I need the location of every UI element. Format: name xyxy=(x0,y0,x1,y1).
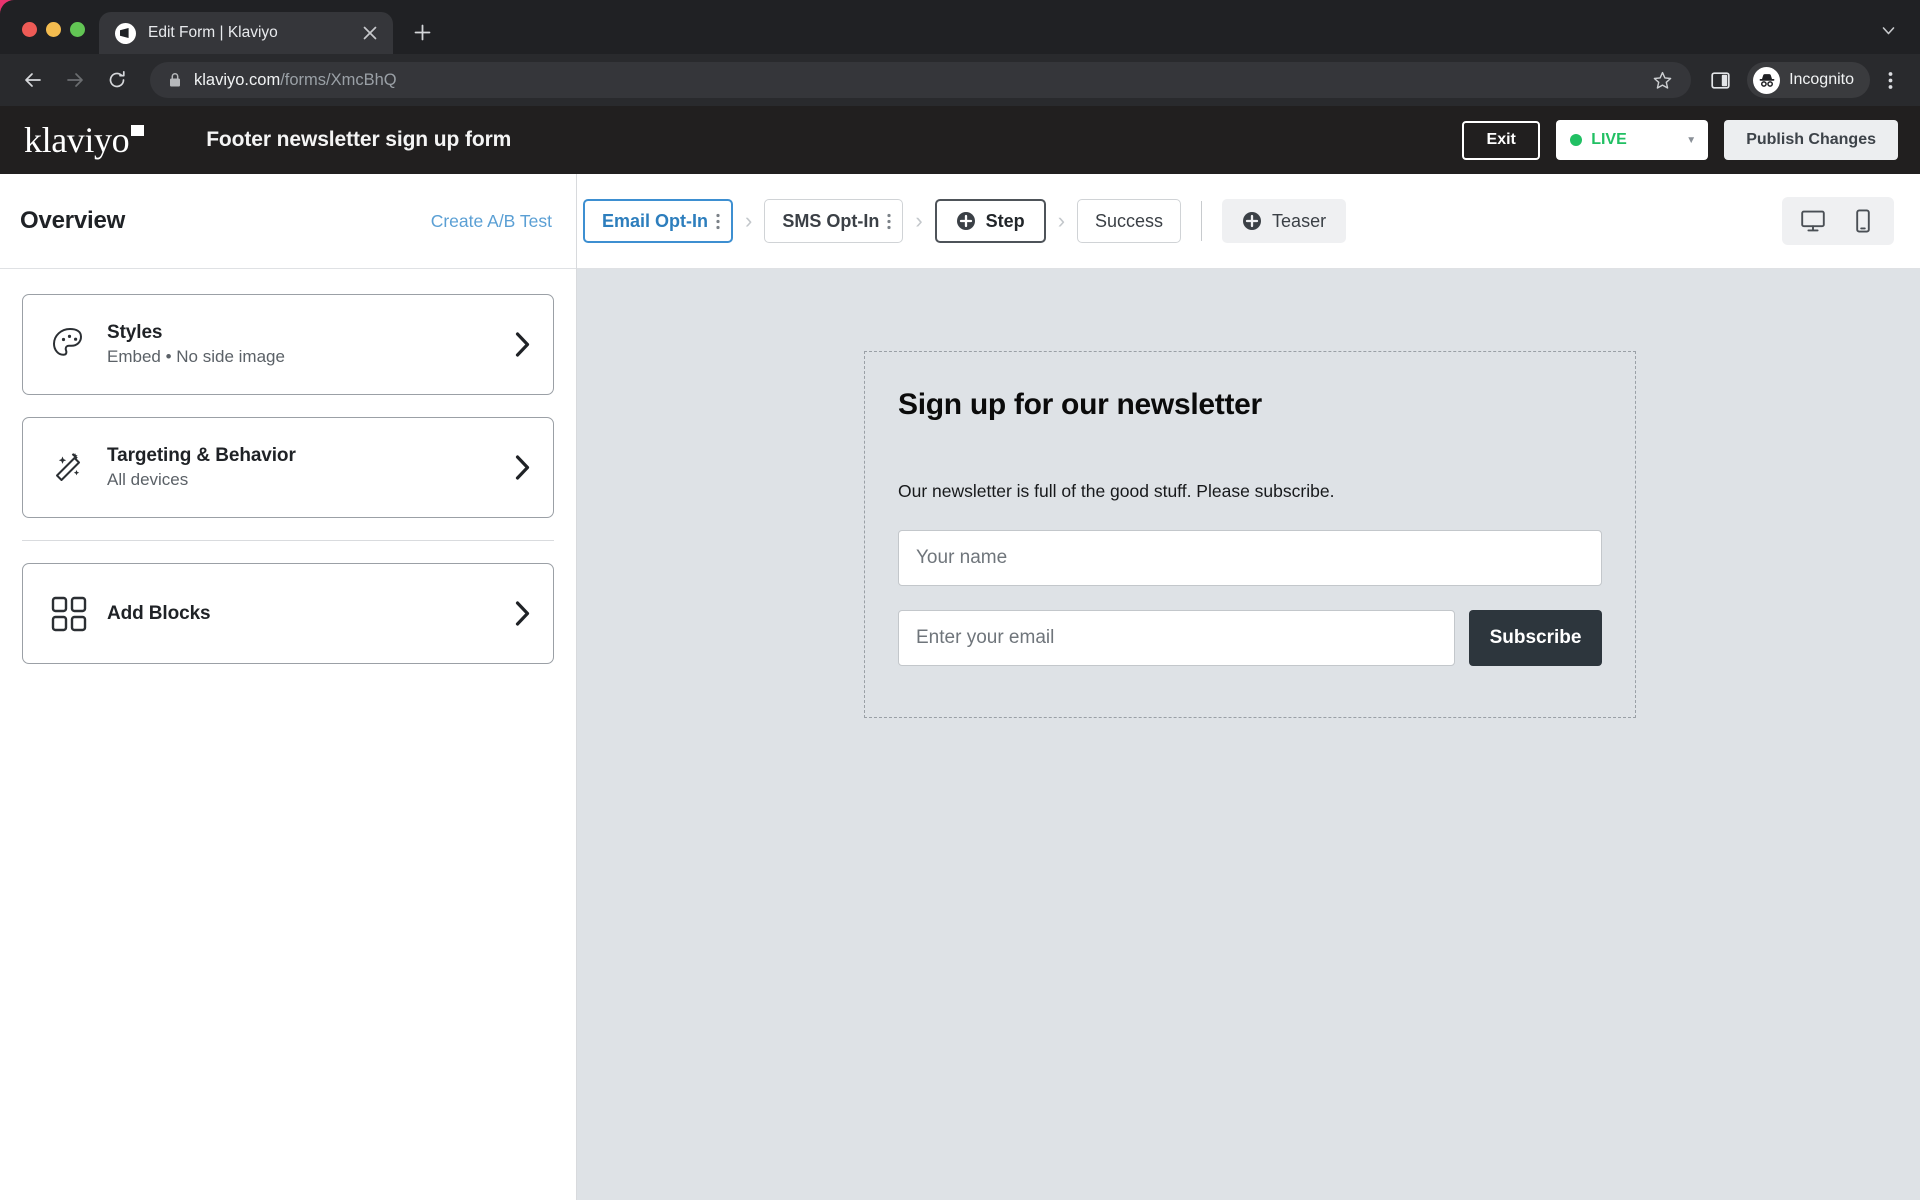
editor-body: Overview Create A/B Test Styles Embed • … xyxy=(0,174,1920,1200)
profile-chip[interactable]: Incognito xyxy=(1747,62,1870,98)
step-label: SMS Opt-In xyxy=(782,210,880,231)
lock-icon xyxy=(168,72,182,88)
step-separator-icon: › xyxy=(915,208,923,233)
sidebar-divider xyxy=(22,540,554,541)
sidebar-item-subtitle: Embed • No side image xyxy=(107,347,285,366)
step-label: Step xyxy=(985,210,1025,231)
tab-title: Edit Form | Klaviyo xyxy=(148,24,278,41)
add-step-button[interactable]: Step xyxy=(934,199,1046,243)
step-label: Email Opt-In xyxy=(602,210,709,231)
step-separator-icon: › xyxy=(745,208,753,233)
klaviyo-favicon-icon xyxy=(115,22,136,44)
address-bar[interactable]: klaviyo.com/forms/XmcBhQ xyxy=(150,62,1692,98)
sidebar-item-title: Targeting & Behavior xyxy=(107,445,296,466)
sidebar-content: Styles Embed • No side image Targeting &… xyxy=(0,269,576,686)
back-arrow-icon[interactable] xyxy=(14,61,52,99)
chevron-right-icon xyxy=(514,332,531,357)
page-title: Footer newsletter sign up form xyxy=(206,128,512,151)
klaviyo-app: klaviyo Footer newsletter sign up form E… xyxy=(0,106,1920,1200)
step-label: Success xyxy=(1095,210,1164,231)
window-traffic-lights xyxy=(14,22,99,54)
sidebar-item-text: Add Blocks xyxy=(107,603,514,625)
form-heading[interactable]: Sign up for our newsletter xyxy=(898,388,1602,423)
maximize-window-button[interactable] xyxy=(70,22,85,37)
browser-toolbar: klaviyo.com/forms/XmcBhQ Incognito xyxy=(0,54,1920,106)
desktop-icon[interactable] xyxy=(1788,201,1838,241)
palette-icon xyxy=(49,324,101,366)
sidebar-item-title: Add Blocks xyxy=(107,602,211,624)
magic-wand-icon xyxy=(49,447,101,489)
close-icon[interactable] xyxy=(359,22,381,44)
step-navigation-bar: Email Opt-In › SMS Opt-In › Step › Succe… xyxy=(577,174,1920,269)
name-input[interactable]: Your name xyxy=(898,529,1602,586)
tab-email-opt-in[interactable]: Email Opt-In xyxy=(583,199,734,243)
chevron-down-icon[interactable] xyxy=(1874,16,1902,44)
teaser-label: Teaser xyxy=(1272,210,1327,231)
sidebar-item-title: Styles xyxy=(107,322,163,343)
blocks-grid-icon xyxy=(49,594,101,634)
url-path: /forms/XmcBhQ xyxy=(280,70,397,89)
new-tab-button[interactable] xyxy=(405,15,439,49)
sidebar-title: Overview xyxy=(20,207,126,234)
browser-tab[interactable]: Edit Form | Klaviyo xyxy=(99,12,393,54)
forward-arrow-icon[interactable] xyxy=(56,61,94,99)
step-separator-icon: › xyxy=(1057,208,1066,233)
editor-sidebar: Overview Create A/B Test Styles Embed • … xyxy=(0,174,577,1200)
editor-canvas-column: Email Opt-In › SMS Opt-In › Step › Succe… xyxy=(577,174,1920,1200)
form-status-select[interactable]: LIVE ▼ xyxy=(1556,120,1709,160)
device-preview-toggle xyxy=(1782,197,1894,245)
create-ab-test-link[interactable]: Create A/B Test xyxy=(431,211,552,232)
status-dot-icon xyxy=(1570,134,1583,146)
window-corner-accent xyxy=(0,0,22,22)
close-window-button[interactable] xyxy=(22,22,37,37)
status-label: LIVE xyxy=(1591,131,1627,148)
chevron-right-icon xyxy=(514,601,531,626)
minimize-window-button[interactable] xyxy=(46,22,61,37)
sidebar-item-text: Styles Embed • No side image xyxy=(107,322,514,367)
klaviyo-logo-text: klaviyo xyxy=(24,120,130,160)
form-subtext[interactable]: Our newsletter is full of the good stuff… xyxy=(898,481,1602,502)
form-preview-canvas: Sign up for our newsletter Our newslette… xyxy=(577,269,1920,1200)
exit-button[interactable]: Exit xyxy=(1462,120,1541,160)
url-host: klaviyo.com xyxy=(194,70,281,89)
url-text: klaviyo.com/forms/XmcBhQ xyxy=(194,71,1635,90)
sidebar-item-styles[interactable]: Styles Embed • No side image xyxy=(22,294,554,395)
plus-circle-icon xyxy=(1242,211,1262,231)
sidebar-item-add-blocks[interactable]: Add Blocks xyxy=(22,563,554,664)
browser-window: Edit Form | Klaviyo klaviyo.com/forms/Xm xyxy=(0,0,1920,1200)
step-chips: Email Opt-In › SMS Opt-In › Step › Succe… xyxy=(583,199,1347,243)
email-submit-row: Enter your email Subscribe xyxy=(898,609,1602,666)
side-panel-icon[interactable] xyxy=(1703,71,1737,90)
reload-icon[interactable] xyxy=(98,61,136,99)
tab-success[interactable]: Success xyxy=(1077,199,1182,243)
app-header: klaviyo Footer newsletter sign up form E… xyxy=(0,106,1920,174)
chevron-right-icon xyxy=(514,455,531,480)
sidebar-item-targeting-behavior[interactable]: Targeting & Behavior All devices xyxy=(22,417,554,518)
publish-changes-button[interactable]: Publish Changes xyxy=(1724,120,1898,160)
tab-strip: Edit Form | Klaviyo xyxy=(0,0,1920,54)
sidebar-item-text: Targeting & Behavior All devices xyxy=(107,445,514,490)
klaviyo-logo[interactable]: klaviyo xyxy=(24,120,145,160)
app-header-actions: Exit LIVE ▼ Publish Changes xyxy=(1462,120,1898,160)
form-preview-block[interactable]: Sign up for our newsletter Our newslette… xyxy=(864,351,1636,718)
kebab-menu-icon[interactable] xyxy=(883,213,891,230)
kebab-menu-icon[interactable] xyxy=(712,213,720,230)
subscribe-button[interactable]: Subscribe xyxy=(1469,609,1602,666)
step-bar-divider xyxy=(1201,201,1203,241)
incognito-avatar-icon xyxy=(1753,66,1781,94)
plus-circle-icon xyxy=(956,211,976,231)
kebab-menu-icon[interactable] xyxy=(1874,71,1906,90)
profile-label: Incognito xyxy=(1789,71,1854,88)
tab-sms-opt-in[interactable]: SMS Opt-In xyxy=(764,199,904,243)
sidebar-item-subtitle: All devices xyxy=(107,470,189,489)
star-icon[interactable] xyxy=(1647,71,1677,90)
sidebar-header: Overview Create A/B Test xyxy=(0,174,576,269)
add-teaser-button[interactable]: Teaser xyxy=(1222,199,1347,243)
email-input[interactable]: Enter your email xyxy=(898,609,1455,666)
caret-down-icon: ▼ xyxy=(1686,134,1697,146)
mobile-icon[interactable] xyxy=(1838,201,1888,241)
klaviyo-flag-icon xyxy=(131,125,145,136)
